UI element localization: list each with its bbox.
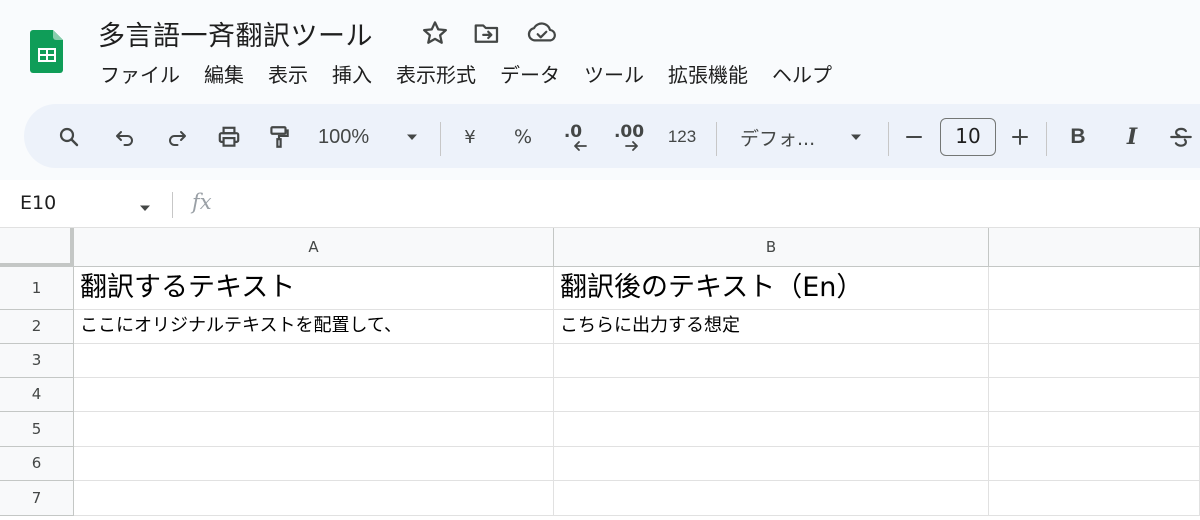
print-icon[interactable] xyxy=(214,122,244,152)
cell-c2[interactable] xyxy=(989,310,1200,344)
menu-help[interactable]: ヘルプ xyxy=(772,60,832,90)
title-bar: 多言語一斉翻訳ツール ファイル 編集 表示 挿入 表示形式 データ ツール 拡張機能 ヘルプ xyxy=(0,0,1200,100)
cell-a6[interactable] xyxy=(74,447,554,481)
cell-a3[interactable] xyxy=(74,344,554,378)
row-header[interactable]: 1 xyxy=(0,267,74,310)
font-dropdown-arrow-icon[interactable] xyxy=(846,122,866,152)
cell-c1[interactable] xyxy=(989,267,1200,310)
menu-view[interactable]: 表示 xyxy=(268,60,308,90)
cell-c3[interactable] xyxy=(989,344,1200,378)
menu-data[interactable]: データ xyxy=(500,60,560,90)
cell-a1[interactable]: 翻訳するテキスト xyxy=(74,267,554,310)
cell-b5[interactable] xyxy=(554,412,989,447)
formula-input[interactable] xyxy=(240,188,1180,220)
cell-c5[interactable] xyxy=(989,412,1200,447)
arrow-left-icon xyxy=(570,138,590,154)
zoom-select[interactable]: 100% xyxy=(318,122,382,152)
cloud-saved-icon[interactable] xyxy=(526,18,556,48)
formula-bar: E10 fx xyxy=(0,180,1200,228)
move-to-folder-icon[interactable] xyxy=(472,18,502,48)
menu-extensions[interactable]: 拡張機能 xyxy=(668,60,748,90)
font-family-select[interactable]: デフォ... xyxy=(740,122,832,152)
currency-format-button[interactable]: ¥ xyxy=(458,122,482,152)
cell-a7[interactable] xyxy=(74,481,554,516)
undo-icon[interactable] xyxy=(110,122,140,152)
row-header[interactable]: 4 xyxy=(0,378,74,412)
menu-edit[interactable]: 編集 xyxy=(204,60,244,90)
italic-button[interactable]: I xyxy=(1120,122,1144,152)
column-header-a[interactable]: A xyxy=(74,228,554,267)
cell-b4[interactable] xyxy=(554,378,989,412)
cell-c7[interactable] xyxy=(989,481,1200,516)
paint-format-icon[interactable] xyxy=(264,122,294,152)
name-box[interactable]: E10 xyxy=(20,192,56,214)
cell-b2[interactable]: こちらに出力する想定 xyxy=(554,310,989,344)
menu-insert[interactable]: 挿入 xyxy=(332,60,372,90)
cell-c6[interactable] xyxy=(989,447,1200,481)
cell-b7[interactable] xyxy=(554,481,989,516)
document-title[interactable]: 多言語一斉翻訳ツール xyxy=(98,14,373,53)
toolbar-divider xyxy=(716,122,717,156)
bold-button[interactable]: B xyxy=(1066,122,1090,152)
toolbar-divider xyxy=(440,122,441,156)
cell-a2[interactable]: ここにオリジナルテキストを配置して、 xyxy=(74,310,554,344)
row-header[interactable]: 7 xyxy=(0,481,74,516)
menu-file[interactable]: ファイル xyxy=(100,60,180,90)
zoom-dropdown-arrow-icon[interactable] xyxy=(402,122,422,152)
spreadsheet-grid: A B 1 翻訳するテキスト 翻訳後のテキスト（En） 2 ここにオリジナルテキ… xyxy=(0,228,1200,520)
row-header[interactable]: 2 xyxy=(0,310,74,344)
column-header-c[interactable] xyxy=(989,228,1200,267)
menu-tools[interactable]: ツール xyxy=(584,60,644,90)
percent-format-button[interactable]: % xyxy=(510,122,536,152)
font-size-input[interactable]: 10 xyxy=(940,118,996,156)
cell-c4[interactable] xyxy=(989,378,1200,412)
arrow-right-icon xyxy=(622,138,642,154)
increase-font-size-icon[interactable] xyxy=(1008,122,1032,152)
formula-bar-divider xyxy=(172,192,173,218)
cell-b6[interactable] xyxy=(554,447,989,481)
strikethrough-icon[interactable] xyxy=(1166,122,1196,152)
function-icon: fx xyxy=(192,190,212,214)
column-header-b[interactable]: B xyxy=(554,228,989,267)
row-header[interactable]: 6 xyxy=(0,447,74,481)
row-header[interactable]: 5 xyxy=(0,412,74,447)
menu-bar: ファイル 編集 表示 挿入 表示形式 データ ツール 拡張機能 ヘルプ xyxy=(100,60,856,90)
star-icon[interactable] xyxy=(420,18,450,48)
cell-a5[interactable] xyxy=(74,412,554,447)
name-box-dropdown-arrow-icon[interactable] xyxy=(138,200,152,219)
toolbar-area: 100% ¥ % .0 .00 123 デフォ... 10 B I xyxy=(0,100,1200,180)
row-header[interactable]: 3 xyxy=(0,344,74,378)
cell-b1[interactable]: 翻訳後のテキスト（En） xyxy=(554,267,989,310)
toolbar-divider xyxy=(888,122,889,156)
number-format-button[interactable]: 123 xyxy=(664,122,700,152)
cell-a4[interactable] xyxy=(74,378,554,412)
toolbar: 100% ¥ % .0 .00 123 デフォ... 10 B I xyxy=(24,104,1200,168)
decrease-font-size-icon[interactable] xyxy=(902,122,926,152)
toolbar-divider xyxy=(1046,122,1047,156)
sheets-logo-icon[interactable] xyxy=(30,22,64,78)
select-all-corner[interactable] xyxy=(0,228,74,267)
cell-b3[interactable] xyxy=(554,344,989,378)
redo-icon[interactable] xyxy=(162,122,192,152)
menu-format[interactable]: 表示形式 xyxy=(396,60,476,90)
search-menus-icon[interactable] xyxy=(54,122,84,152)
